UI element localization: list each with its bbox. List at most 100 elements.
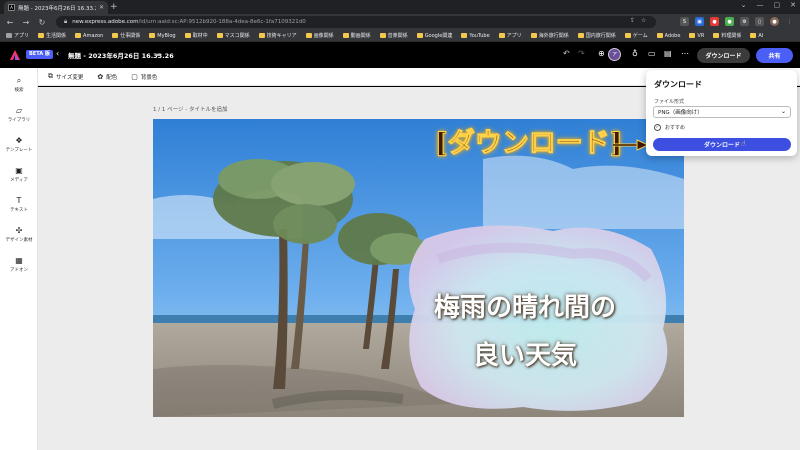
bookmark-item[interactable]: マスコ関係 bbox=[216, 32, 250, 39]
rail-item[interactable]: T テキスト bbox=[0, 196, 38, 213]
bookmark-item[interactable]: Google関連 bbox=[416, 32, 452, 39]
bookmark-label: ゲーム bbox=[632, 33, 648, 39]
bookmark-item[interactable]: アプリ bbox=[498, 32, 522, 39]
cloud-saved-icon: ☁ bbox=[154, 50, 161, 58]
bookmark-label: マスコ関係 bbox=[224, 33, 250, 39]
bookmark-item[interactable]: 動画関係 bbox=[342, 32, 371, 39]
extension-red-icon[interactable]: ● bbox=[710, 17, 719, 26]
bookmark-item[interactable]: 画像関係 bbox=[305, 32, 334, 39]
apps-grid-icon bbox=[6, 33, 12, 38]
browser-tab-strip: A 無題 - 2023年6月26日 16.33.26 ✕ + ⌄ — ▢ ✕ bbox=[0, 0, 800, 14]
profile-avatar-icon[interactable]: ● bbox=[770, 17, 779, 26]
rail-item-label: 検索 bbox=[14, 88, 24, 93]
file-format-select[interactable]: PNG（画像向け） ⌄ bbox=[653, 106, 791, 118]
bookmark-item[interactable]: Adobe bbox=[656, 32, 681, 39]
bookmark-item[interactable]: YouTube bbox=[461, 33, 490, 39]
folder-icon bbox=[624, 33, 631, 38]
resize-button[interactable]: ⧉ サイズ変更 bbox=[48, 72, 83, 81]
close-window-icon[interactable]: ✕ bbox=[790, 1, 796, 9]
sidebar-icon[interactable]: ▯ bbox=[755, 17, 764, 26]
reload-icon[interactable]: ↻ bbox=[38, 18, 46, 27]
close-tab-icon[interactable]: ✕ bbox=[99, 4, 104, 11]
panel-download-button[interactable]: ダウンロード bbox=[653, 138, 791, 151]
address-bar-row: ← → ↻ 🔒︎ new.express.adobe.com /id/urn:a… bbox=[0, 14, 800, 30]
folder-icon bbox=[342, 33, 349, 38]
comment-icon[interactable]: ▭ bbox=[648, 49, 656, 58]
share-page-icon[interactable]: ⇪ bbox=[630, 17, 635, 24]
page-label[interactable]: 1 / 1 ページ - タイトルを追加 bbox=[153, 105, 227, 113]
chevron-down-icon[interactable]: ⌄ bbox=[741, 1, 747, 9]
bookmark-item[interactable]: 生活関係 bbox=[38, 32, 66, 39]
rail-item[interactable]: ✣ デザイン素材 bbox=[0, 226, 38, 243]
extensions-puzzle-icon[interactable]: ⚙ bbox=[740, 17, 749, 26]
back-chevron-icon[interactable]: ‹ bbox=[56, 49, 59, 58]
color-button[interactable]: ✿ 配色 bbox=[97, 73, 117, 81]
bookmark-label: 国内旅行関係 bbox=[585, 33, 616, 39]
forward-icon[interactable]: → bbox=[22, 18, 30, 27]
recommended-option[interactable]: ✓ おすすめ bbox=[654, 124, 685, 131]
bookmark-item[interactable]: MyBlog bbox=[149, 33, 176, 39]
bookmark-item[interactable]: 国内旅行関係 bbox=[577, 32, 616, 39]
adobe-express-logo-icon[interactable] bbox=[9, 49, 21, 61]
back-icon[interactable]: ← bbox=[6, 18, 14, 27]
bookmark-item[interactable]: AI bbox=[750, 33, 763, 39]
color-label: 配色 bbox=[106, 74, 118, 81]
bookmark-item[interactable]: ゲーム bbox=[624, 32, 648, 39]
bookmark-label: Amazon bbox=[83, 32, 104, 39]
rail-item[interactable]: ▱ ライブラリ bbox=[0, 106, 38, 123]
url-input[interactable]: 🔒︎ new.express.adobe.com /id/urn:aaid:sc… bbox=[56, 16, 656, 28]
browser-tab[interactable]: A 無題 - 2023年6月26日 16.33.26 ✕ bbox=[4, 1, 108, 14]
maximize-icon[interactable]: ▢ bbox=[774, 1, 781, 9]
present-icon[interactable]: ▤ bbox=[664, 49, 672, 58]
extension-s-icon[interactable]: S bbox=[680, 17, 689, 26]
folder-icon bbox=[184, 33, 191, 38]
avatar[interactable]: ア bbox=[608, 48, 621, 61]
bookmark-label: 仕事関係 bbox=[120, 33, 141, 39]
folder-icon bbox=[305, 33, 312, 38]
lightbulb-icon[interactable]: ♁ bbox=[632, 49, 638, 58]
folder-icon bbox=[530, 33, 537, 38]
folder-icon bbox=[75, 33, 82, 38]
bookmark-item[interactable]: VR bbox=[689, 33, 704, 39]
bookmark-label: Adobe bbox=[664, 32, 681, 39]
bookmark-label: 取材中 bbox=[192, 33, 208, 39]
bookmark-item[interactable]: アプリ bbox=[6, 32, 29, 39]
lock-icon[interactable]: 🔒︎ bbox=[64, 18, 67, 26]
bookmark-star-icon[interactable]: ☆ bbox=[641, 17, 646, 24]
share-button[interactable]: 共有 bbox=[756, 48, 793, 63]
menu-dots-icon[interactable]: ⋮ bbox=[785, 17, 794, 26]
more-options-icon[interactable]: ⋯ bbox=[681, 49, 689, 58]
left-rail: ⌕ 検索 ▱ ライブラリ ❖ テンプレート ▣ メディア T テキスト ✣ デザイン素材 ▦ アドオン bbox=[0, 68, 38, 450]
bookmark-item[interactable]: 技術キャリア bbox=[258, 32, 297, 39]
artwork-title-text[interactable]: 梅雨の晴れ間の 良い天気 bbox=[400, 284, 650, 380]
redo-icon[interactable]: ↷ bbox=[578, 49, 585, 58]
rail-item[interactable]: ⌕ 検索 bbox=[0, 76, 38, 93]
undo-icon[interactable]: ↶ bbox=[563, 49, 570, 58]
extension-green-icon[interactable]: ● bbox=[725, 17, 734, 26]
rail-item[interactable]: ▣ メディア bbox=[0, 166, 38, 183]
folder-icon bbox=[149, 33, 156, 38]
background-color-button[interactable]: ▢ 背景色 bbox=[131, 73, 157, 81]
bookmark-item[interactable]: Amazon bbox=[75, 33, 103, 39]
rail-item[interactable]: ❖ テンプレート bbox=[0, 136, 38, 153]
artwork-title-line2: 良い天気 bbox=[472, 341, 577, 371]
rail-item[interactable]: ▦ アドオン bbox=[0, 256, 38, 273]
download-button[interactable]: ダウンロード bbox=[697, 48, 750, 63]
folder-icon bbox=[461, 33, 468, 38]
new-tab-icon[interactable]: + bbox=[110, 2, 118, 12]
url-host: new.express.adobe.com bbox=[72, 19, 139, 25]
extension-blue-icon[interactable]: ▣ bbox=[695, 17, 704, 26]
bookmark-item[interactable]: 音楽関係 bbox=[379, 32, 408, 39]
bookmark-item[interactable]: 海外旅行関係 bbox=[530, 32, 569, 39]
bookmark-item[interactable]: 取材中 bbox=[184, 32, 208, 39]
minimize-icon[interactable]: — bbox=[757, 1, 764, 9]
check-circle-icon: ✓ bbox=[654, 124, 661, 131]
bookmark-item[interactable]: 料理関係 bbox=[713, 32, 741, 39]
rail-item-label: デザイン素材 bbox=[5, 238, 33, 243]
callout-arrow-icon bbox=[613, 139, 649, 151]
invite-user-icon[interactable]: ⊕ bbox=[598, 49, 605, 58]
background-label: 背景色 bbox=[140, 74, 158, 81]
beta-badge: BETA 版 bbox=[26, 50, 53, 59]
bookmark-item[interactable]: 仕事関係 bbox=[112, 32, 140, 39]
folder-icon bbox=[577, 33, 584, 38]
